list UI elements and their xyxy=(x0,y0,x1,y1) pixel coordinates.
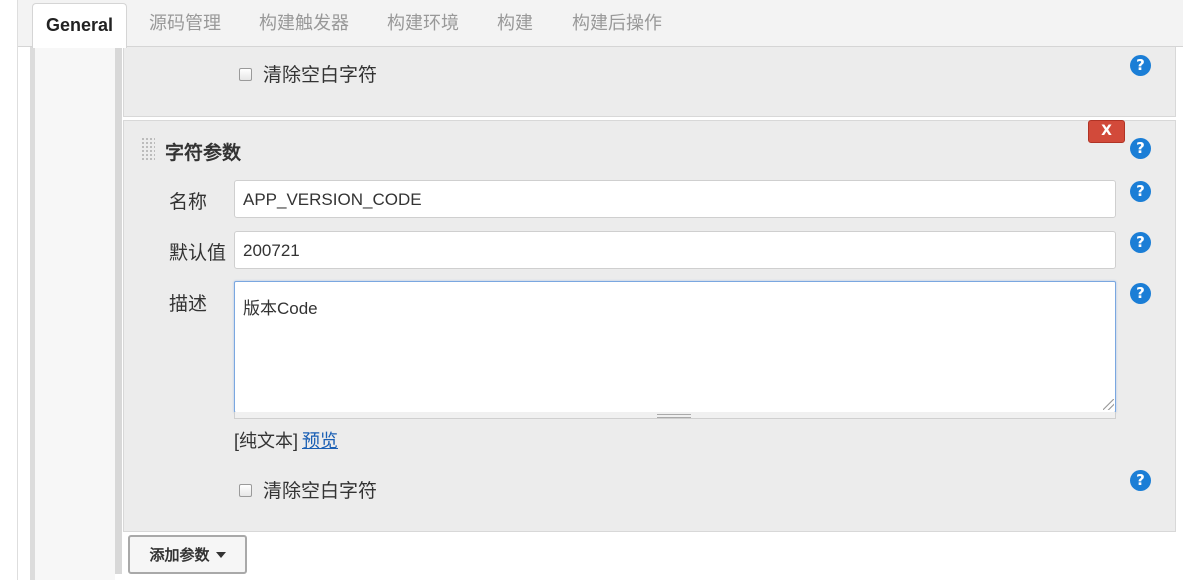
default-value-label: 默认值 xyxy=(169,243,227,264)
description-label: 描述 xyxy=(169,294,208,315)
preview-link[interactable]: 预览 xyxy=(302,427,338,453)
tab-build[interactable]: 构建 xyxy=(497,0,533,47)
name-input[interactable]: APP_VERSION_CODE xyxy=(234,180,1116,218)
help-icon[interactable]: ? xyxy=(1130,138,1151,159)
outer-panel xyxy=(35,47,115,580)
drag-handle-icon[interactable] xyxy=(141,137,155,162)
delete-parameter-button[interactable]: X xyxy=(1088,120,1125,143)
default-value-input[interactable]: 200721 xyxy=(234,231,1116,269)
tab-build-environment[interactable]: 构建环境 xyxy=(387,0,459,47)
help-icon[interactable]: ? xyxy=(1130,181,1151,202)
parameters-rail xyxy=(115,47,122,574)
caret-down-icon xyxy=(215,551,226,558)
resize-grip-icon[interactable] xyxy=(1103,399,1114,410)
description-textarea[interactable]: 版本Code xyxy=(234,281,1116,413)
help-icon[interactable]: ? xyxy=(1130,470,1151,491)
name-label: 名称 xyxy=(169,192,208,213)
tab-general[interactable]: General xyxy=(32,3,128,48)
trim-checkbox[interactable] xyxy=(239,484,252,497)
resize-bar-grip-icon xyxy=(657,414,691,418)
prev-trim-label: 清除空白字符 xyxy=(263,65,378,86)
tab-source-control[interactable]: 源码管理 xyxy=(149,0,221,47)
section-rail xyxy=(30,47,35,580)
tab-build-triggers[interactable]: 构建触发器 xyxy=(259,0,349,47)
add-parameter-button[interactable]: 添加参数 xyxy=(128,535,247,574)
parameter-type-title: 字符参数 xyxy=(165,143,242,164)
prev-trim-checkbox[interactable] xyxy=(239,68,252,81)
add-parameter-label: 添加参数 xyxy=(149,547,210,564)
trim-label: 清除空白字符 xyxy=(263,481,378,502)
tab-post-build-actions[interactable]: 构建后操作 xyxy=(572,0,662,47)
format-label: [纯文本] xyxy=(234,431,299,451)
help-icon[interactable]: ? xyxy=(1130,55,1151,76)
left-gutter xyxy=(0,0,18,580)
help-icon[interactable]: ? xyxy=(1130,283,1151,304)
help-icon[interactable]: ? xyxy=(1130,232,1151,253)
